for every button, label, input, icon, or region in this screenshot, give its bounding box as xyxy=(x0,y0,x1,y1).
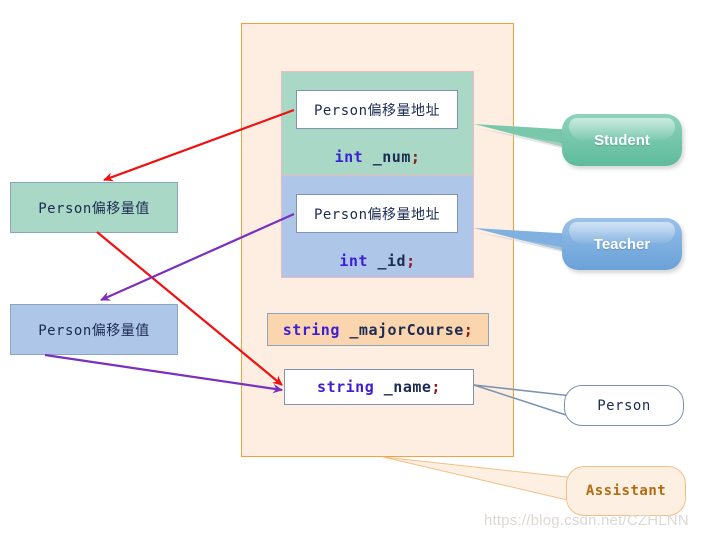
student-member-name: _num xyxy=(363,148,411,166)
student-callout-bubble[interactable]: Student xyxy=(562,114,682,166)
student-member-declaration: int _num; xyxy=(281,148,474,166)
student-member-keyword: int xyxy=(334,148,364,166)
assistant-callout-label: Assistant xyxy=(585,483,667,499)
teacher-callout-label: Teacher xyxy=(593,235,651,253)
student-callout-label: Student xyxy=(594,131,650,149)
teacher-member-keyword: int xyxy=(339,252,368,270)
major-course-name: _majorCourse xyxy=(339,320,464,339)
name-field-name: _name xyxy=(374,378,432,396)
teacher-member-name: _id xyxy=(367,252,407,270)
teacher-offset-value-box: Person偏移量值 xyxy=(10,304,178,355)
student-base-address-box: Person偏移量地址 xyxy=(296,90,458,129)
name-field-keyword: string xyxy=(317,378,375,396)
diagram-canvas: Person偏移量地址 Person偏移量地址 int _num; int _i… xyxy=(0,0,705,539)
person-callout-label: Person xyxy=(597,397,651,414)
name-field-semicolon: ; xyxy=(431,378,441,396)
assistant-callout-tail xyxy=(382,456,577,503)
major-course-field-box: string _majorCourse; xyxy=(267,313,489,346)
assistant-callout-bubble[interactable]: Assistant xyxy=(566,466,686,516)
major-course-keyword: string xyxy=(282,320,340,339)
name-field-box: string _name; xyxy=(284,369,474,405)
student-member-semicolon: ; xyxy=(410,148,421,166)
teacher-member-semicolon: ; xyxy=(406,252,416,270)
teacher-base-address-box: Person偏移量地址 xyxy=(296,194,458,233)
person-callout-bubble[interactable]: Person xyxy=(564,385,684,426)
watermark: https://blog.csdn.net/CZHLNN xyxy=(484,512,689,529)
major-course-semicolon: ; xyxy=(463,320,474,339)
student-offset-value-box: Person偏移量值 xyxy=(10,182,178,233)
teacher-callout-bubble[interactable]: Teacher xyxy=(562,218,682,270)
teacher-member-declaration: int _id; xyxy=(281,252,474,270)
